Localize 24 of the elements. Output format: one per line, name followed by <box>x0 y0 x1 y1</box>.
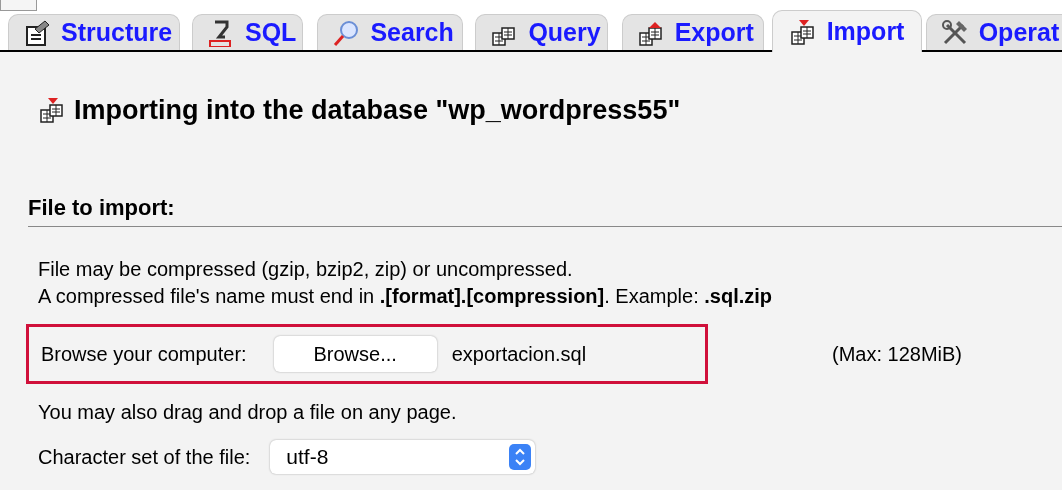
search-icon <box>332 18 361 47</box>
section-title: File to import: <box>28 193 176 222</box>
charset-label: Character set of the file: <box>38 444 251 470</box>
tab[interactable]: SQL <box>192 14 304 50</box>
tab[interactable]: Export <box>621 14 764 50</box>
drag-hint: You may also drag and drop a file on any page. <box>38 399 458 425</box>
stepper-icon <box>509 443 532 470</box>
browse-button[interactable]: Browse... <box>273 335 437 372</box>
browse-label: Browse your computer: <box>41 341 247 367</box>
max-size-text: (Max: 128MiB) <box>832 341 963 367</box>
table-edit-icon <box>23 18 51 47</box>
charset-select[interactable]: utf-8 <box>270 439 536 474</box>
tab[interactable]: Structure <box>8 14 180 50</box>
tab[interactable]: Import <box>771 10 922 52</box>
tools-icon <box>940 18 969 47</box>
tab[interactable]: Operat <box>925 14 1062 50</box>
note-text: File may be compressed (gzip, bzip2, zip) or uncompressed. <box>38 256 574 282</box>
tab[interactable]: Search <box>317 14 464 50</box>
note-text: A compressed file's name must end in .[format].[compression]. Example: .sql.zip <box>38 283 774 309</box>
file-name: exportacion.sql <box>451 341 587 367</box>
tables-icon <box>38 96 66 125</box>
tab[interactable]: Query <box>475 14 608 50</box>
tables-icon <box>788 17 817 46</box>
page-title: Importing into the database "wp_wordpress55" <box>74 94 681 127</box>
